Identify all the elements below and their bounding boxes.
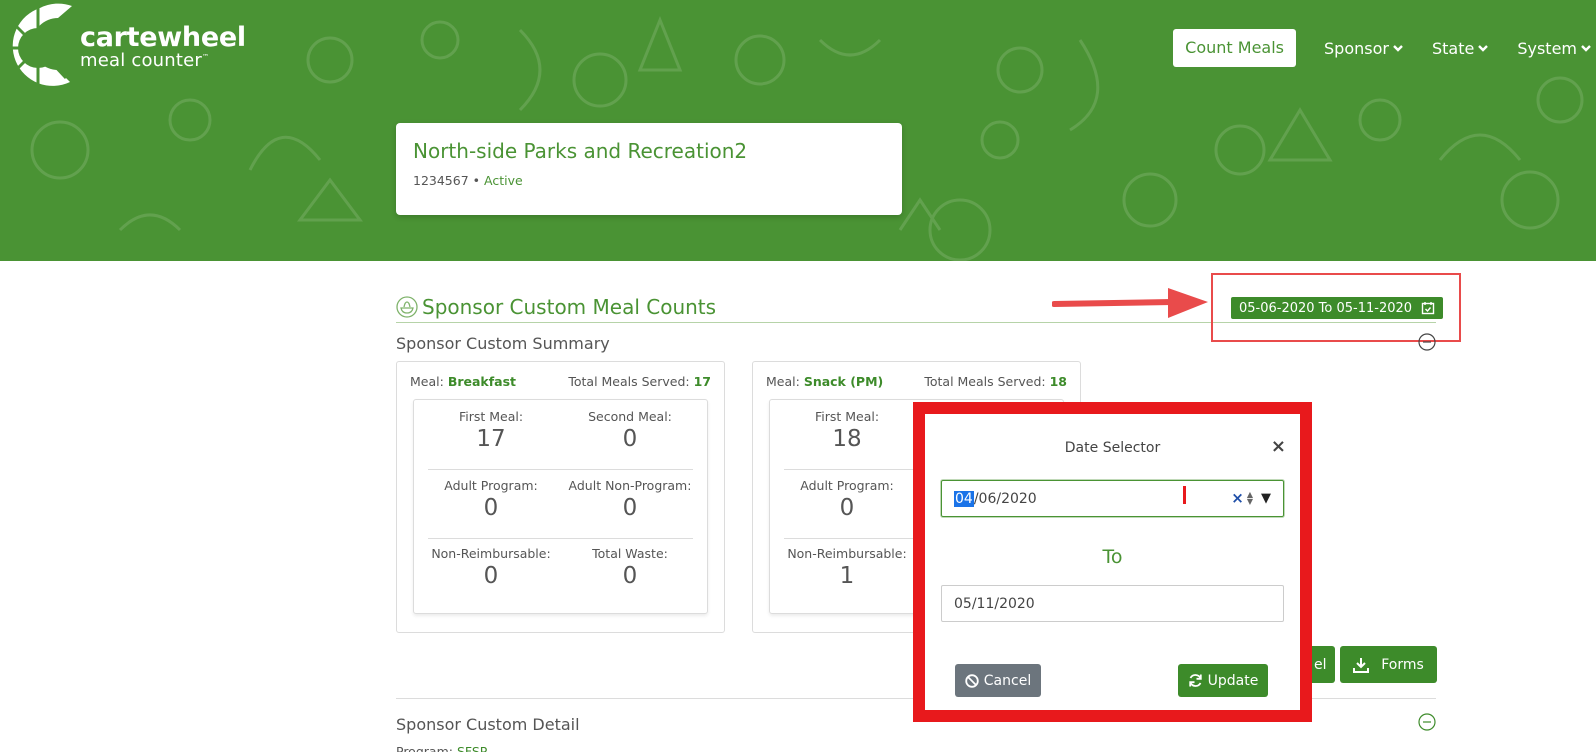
stat-first-meal: First Meal: 18 [814,409,880,452]
modal-title: Date Selector [1064,440,1161,456]
spinner-icon[interactable]: ▲ ▼ [1247,491,1253,506]
program-line: Program: SFSP [396,744,488,752]
stat-non-reimbursable: Non-Reimbursable: 1 [787,546,907,589]
ban-icon [965,673,979,688]
stat-adult-non-program: Adult Non-Program: 0 [568,478,692,521]
status-badge: Active [484,173,523,188]
brand-name: cartewheel [80,22,246,53]
main-nav: Count Meals Sponsor State System [1173,29,1596,67]
nav-count-meals[interactable]: Count Meals [1173,29,1297,67]
close-icon[interactable]: × [1271,436,1286,457]
date-selector-modal: Date Selector × 04/06/2020 × ▲ ▼ ▼ To 05/… [913,402,1312,722]
salad-bowl-icon [396,296,418,318]
meal-card-header: Meal: Snack (PM) Total Meals Served: 18 [766,374,1067,389]
stat-adult-program: Adult Program: 0 [800,478,894,521]
refresh-icon [1188,674,1202,687]
stat-non-reimbursable: Non-Reimbursable: 0 [431,546,551,589]
organization-meta: 1234567 • Active [413,173,523,188]
dropdown-arrow-icon[interactable]: ▼ [1261,491,1271,506]
clear-icon[interactable]: × [1231,489,1244,507]
stat-first-meal: First Meal: 17 [458,409,524,452]
nav-system[interactable]: System [1517,39,1592,58]
date-range-highlight [1211,273,1461,342]
date-input-controls: × ▲ ▼ ▼ [1231,489,1271,507]
stat-total-waste: Total Waste: 0 [592,546,668,589]
collapse-minus-icon[interactable] [1418,713,1436,731]
stat-second-meal: Second Meal: 0 [588,409,672,452]
to-date-input[interactable]: 05/11/2020 [941,585,1284,622]
annotation-arrow [1052,288,1208,318]
brand-tagline: meal counter™ [80,50,210,71]
collapse-minus-icon[interactable] [1418,333,1436,351]
brand-logo[interactable]: cartewheel meal counter™ [0,2,246,94]
meal-card-header: Meal: Breakfast Total Meals Served: 17 [410,374,711,389]
from-date-month-selected: 04 [954,490,974,507]
cartewheel-logo-icon [0,3,72,94]
download-icon [1353,657,1370,673]
chevron-down-icon [1478,45,1489,52]
chevron-down-icon [1393,45,1403,52]
forms-button[interactable]: Forms [1340,646,1437,683]
from-date-input[interactable]: 04/06/2020 × ▲ ▼ ▼ [941,480,1284,517]
nav-state[interactable]: State [1432,39,1489,58]
section-title: Sponsor Custom Meal Counts [396,295,716,319]
detail-title: Sponsor Custom Detail [396,715,580,734]
meal-stats-panel: First Meal: 17 Second Meal: 0 Adult Progra… [413,399,708,614]
meal-card-breakfast: Meal: Breakfast Total Meals Served: 17 F… [396,361,725,633]
organization-id: 1234567 [413,173,469,188]
text-cursor-marker [1183,486,1186,504]
organization-name: North-side Parks and Recreation2 [413,139,748,163]
stat-adult-program: Adult Program: 0 [444,478,538,521]
organization-card: North-side Parks and Recreation2 1234567… [396,123,902,215]
hero-header: cartewheel meal counter™ Count Meals Spo… [0,0,1596,261]
cancel-button[interactable]: Cancel [955,664,1041,697]
chevron-down-icon [1581,45,1591,52]
summary-title: Sponsor Custom Summary [396,334,610,353]
update-button[interactable]: Update [1178,664,1268,697]
to-label: To [1102,546,1123,568]
nav-sponsor[interactable]: Sponsor [1324,39,1404,58]
